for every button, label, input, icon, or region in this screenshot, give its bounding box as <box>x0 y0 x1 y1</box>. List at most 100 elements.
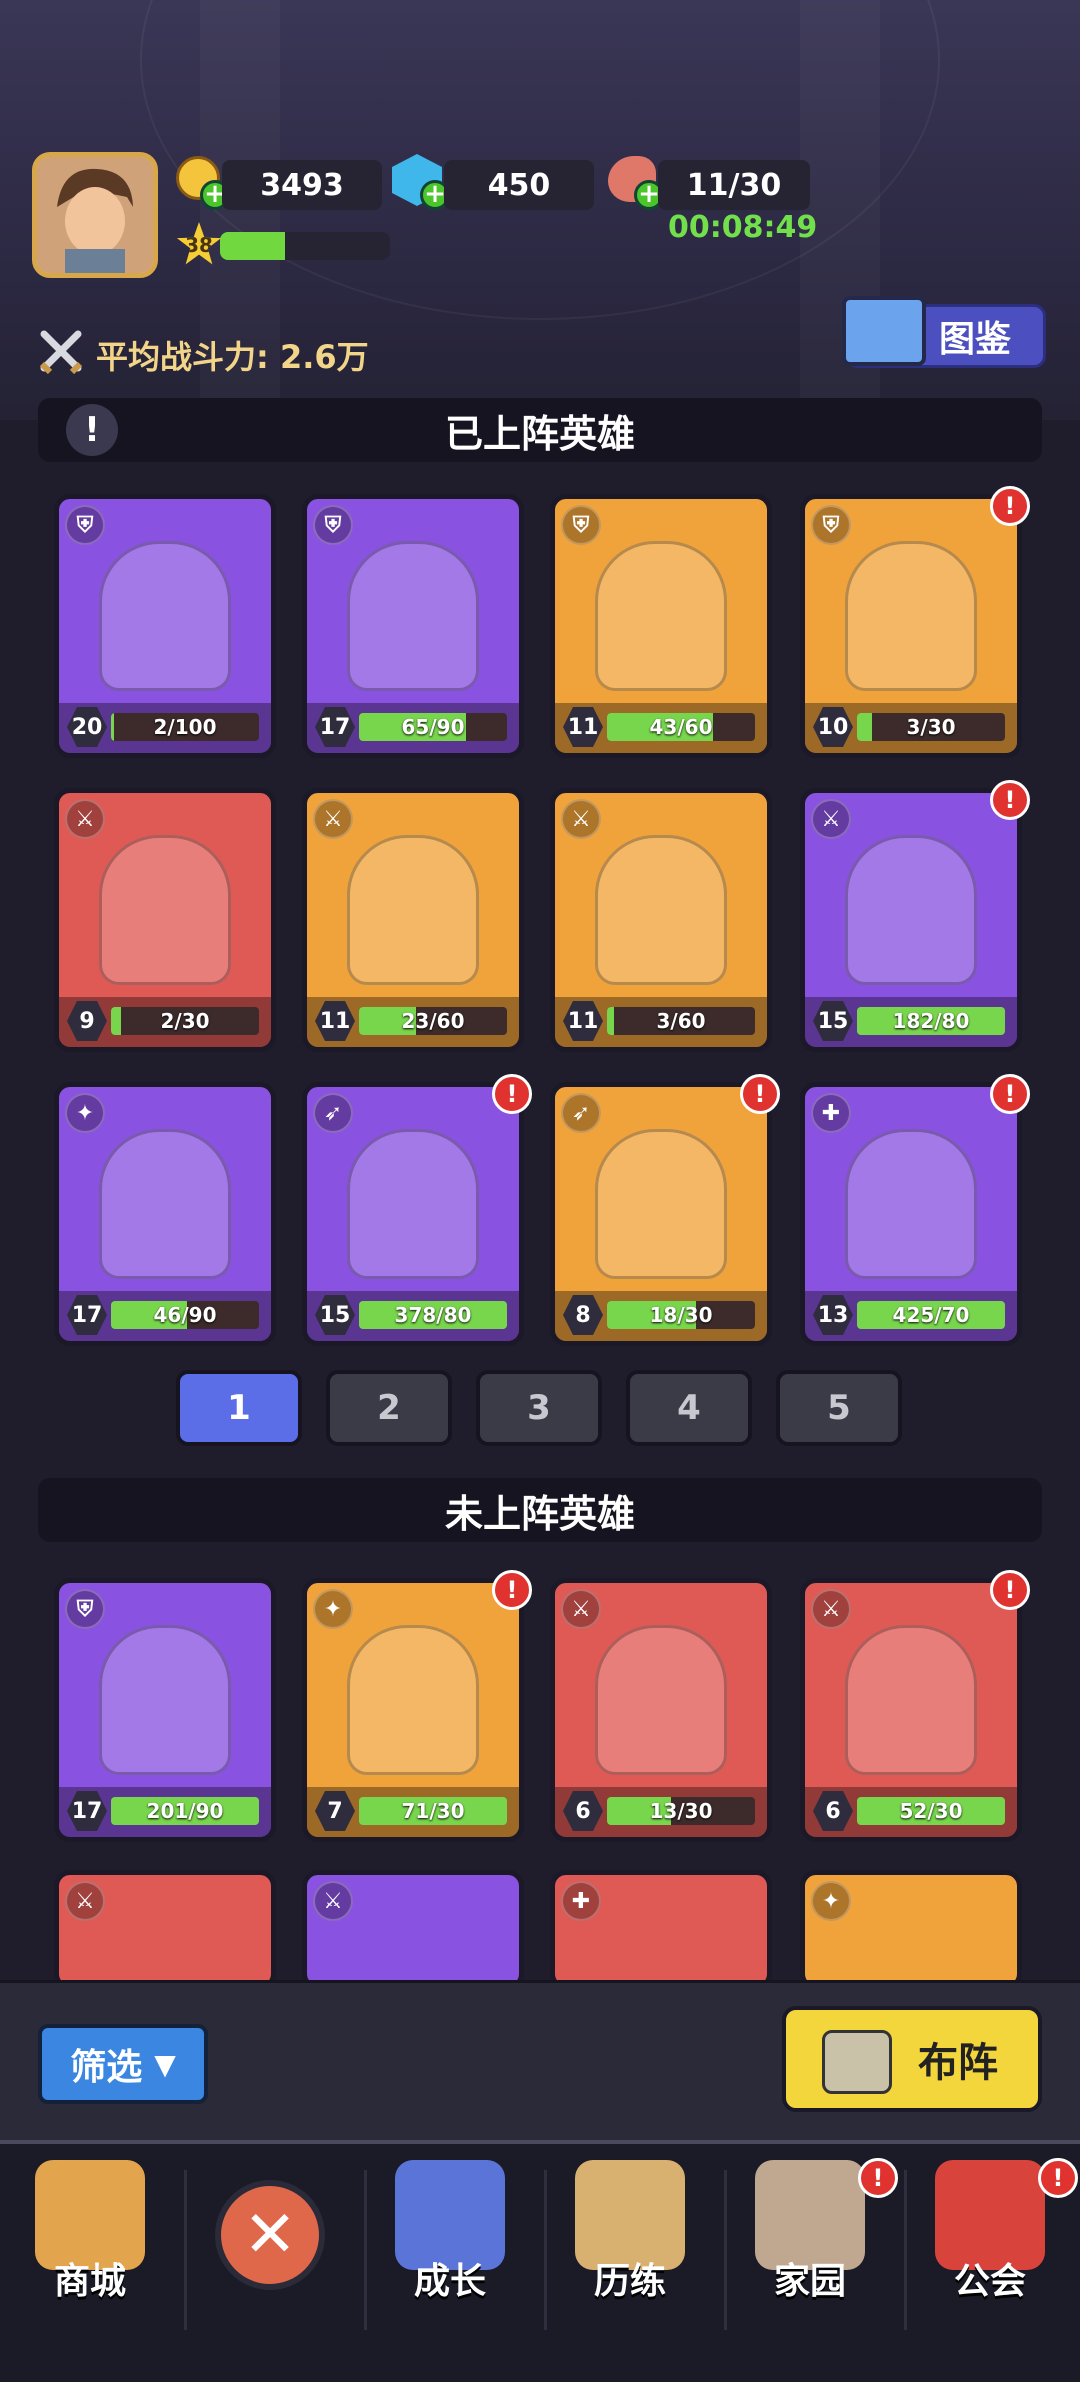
hero-card[interactable]: ➶ 15 378/80 <box>302 1082 524 1346</box>
shard-progress-bar: 3/30 <box>857 713 1005 741</box>
shard-progress-bar: 46/90 <box>111 1301 259 1329</box>
filter-label: 筛选 <box>70 2047 143 2088</box>
page-button[interactable]: 5 <box>776 1370 902 1446</box>
page-button[interactable]: 2 <box>326 1370 452 1446</box>
shard-progress-bar: 2/100 <box>111 713 259 741</box>
nav-growth[interactable]: 成长 <box>370 2160 530 2340</box>
alert-badge: ! <box>990 780 1030 820</box>
hero-card[interactable]: ⚔ 15 182/80 <box>800 788 1022 1052</box>
sword-role-icon: ⚔ <box>65 799 105 839</box>
shard-progress: 18/30 <box>649 1303 713 1327</box>
hero-card[interactable]: ⛨ 11 43/60 <box>550 494 772 758</box>
book-icon <box>842 296 926 366</box>
hero-portrait <box>595 541 727 691</box>
shard-progress-bar: 18/30 <box>607 1301 755 1329</box>
shard-progress-bar: 182/80 <box>857 1007 1005 1035</box>
hero-card[interactable]: ⛨ 10 3/30 <box>800 494 1022 758</box>
hero-card[interactable]: ✦ 7 71/30 <box>302 1578 524 1842</box>
nav-separator <box>904 2170 907 2330</box>
heal-role-icon: ✚ <box>811 1093 851 1133</box>
magic-role-icon: ✦ <box>313 1589 353 1629</box>
nav-label: 成长 <box>413 2261 486 2302</box>
shard-progress-bar: 13/30 <box>607 1797 755 1825</box>
nav-shop[interactable]: 商城 <box>10 2160 170 2340</box>
exp-bar <box>220 232 390 260</box>
lineup-label: 布阵 <box>918 2040 998 2086</box>
alert-badge: ! <box>990 486 1030 526</box>
shield-role-icon: ⛨ <box>65 1589 105 1629</box>
hero-portrait <box>99 541 231 691</box>
filter-button[interactable]: 筛选 ▼ <box>38 2024 208 2104</box>
hero-card[interactable]: ⚔ 11 23/60 <box>302 788 524 1052</box>
hero-card-partial[interactable]: ⚔ <box>302 1870 524 1990</box>
shard-progress-bar: 52/30 <box>857 1797 1005 1825</box>
page-button[interactable]: 1 <box>176 1370 302 1446</box>
hero-portrait <box>347 1625 479 1775</box>
shard-progress: 71/30 <box>401 1799 465 1823</box>
hero-portrait <box>99 835 231 985</box>
nav-separator <box>184 2170 187 2330</box>
player-avatar[interactable] <box>32 152 158 278</box>
magic-role-icon: ✦ <box>811 1881 851 1921</box>
hero-portrait <box>845 1129 977 1279</box>
shard-progress: 3/30 <box>906 715 956 739</box>
hero-card[interactable]: ✦ 17 46/90 <box>54 1082 276 1346</box>
hero-card[interactable]: ✚ 13 425/70 <box>800 1082 1022 1346</box>
sword-role-icon: ⚔ <box>811 1589 851 1629</box>
hero-card[interactable]: ⚔ 6 52/30 <box>800 1578 1022 1842</box>
hero-portrait <box>595 1625 727 1775</box>
sword-role-icon: ⚔ <box>811 799 851 839</box>
magic-role-icon: ✦ <box>65 1093 105 1133</box>
shard-progress: 65/90 <box>401 715 465 739</box>
hero-card[interactable]: ⚔ 11 3/60 <box>550 788 772 1052</box>
hero-portrait <box>595 1129 727 1279</box>
hero-card-partial[interactable]: ⚔ <box>54 1870 276 1990</box>
page-button[interactable]: 4 <box>626 1370 752 1446</box>
hero-portrait <box>99 1129 231 1279</box>
hero-card[interactable]: ➶ 8 18/30 <box>550 1082 772 1346</box>
shard-progress: 182/80 <box>892 1009 970 1033</box>
shard-progress: 2/30 <box>160 1009 210 1033</box>
codex-label: 图鉴 <box>938 319 1011 360</box>
lineup-button[interactable]: 布阵 <box>782 2006 1042 2112</box>
sword-role-icon: ⚔ <box>65 1881 105 1921</box>
shard-progress-bar: 43/60 <box>607 713 755 741</box>
sword-role-icon: ⚔ <box>561 1589 601 1629</box>
shard-progress-bar: 71/30 <box>359 1797 507 1825</box>
crossed-swords-icon <box>38 328 84 375</box>
gem-amount: 450 <box>444 160 594 210</box>
undeployed-title: 未上阵英雄 <box>444 1491 635 1536</box>
alert-badge: ! <box>990 1570 1030 1610</box>
shield-role-icon: ⛨ <box>65 505 105 545</box>
alert-badge: ! <box>1038 2158 1078 2198</box>
shard-progress: 425/70 <box>892 1303 970 1327</box>
heal-role-icon: ✚ <box>561 1881 601 1921</box>
shard-progress-bar: 378/80 <box>359 1301 507 1329</box>
nav-label: 商城 <box>53 2261 126 2302</box>
shard-progress-bar: 65/90 <box>359 713 507 741</box>
hero-card[interactable]: ⛨ 17 65/90 <box>302 494 524 758</box>
hero-portrait <box>845 835 977 985</box>
shard-progress-bar: 425/70 <box>857 1301 1005 1329</box>
info-icon[interactable]: ! <box>66 404 118 456</box>
shard-progress: 378/80 <box>394 1303 472 1327</box>
hero-portrait <box>595 835 727 985</box>
hero-card-partial[interactable]: ✚ <box>550 1870 772 1990</box>
hero-card[interactable]: ⚔ 9 2/30 <box>54 788 276 1052</box>
deployed-heroes-header: ! 已上阵英雄 <box>38 398 1042 462</box>
shard-progress: 13/30 <box>649 1799 713 1823</box>
close-icon: ✕ <box>215 2180 325 2290</box>
shard-progress: 3/60 <box>656 1009 706 1033</box>
bow-role-icon: ➶ <box>313 1093 353 1133</box>
page-button[interactable]: 3 <box>476 1370 602 1446</box>
hero-card[interactable]: ⛨ 20 2/100 <box>54 494 276 758</box>
hero-card[interactable]: ⛨ 17 201/90 <box>54 1578 276 1842</box>
alert-badge: ! <box>740 1074 780 1114</box>
nav-map[interactable]: 历练 <box>550 2160 710 2340</box>
hero-card[interactable]: ⚔ 6 13/30 <box>550 1578 772 1842</box>
hero-card-partial[interactable]: ✦ <box>800 1870 1022 1990</box>
nav-close[interactable]: ✕ <box>190 2160 350 2340</box>
chevron-down-icon: ▼ <box>154 2047 176 2081</box>
shield-role-icon: ⛨ <box>811 505 851 545</box>
nav-label: 历练 <box>593 2261 666 2302</box>
